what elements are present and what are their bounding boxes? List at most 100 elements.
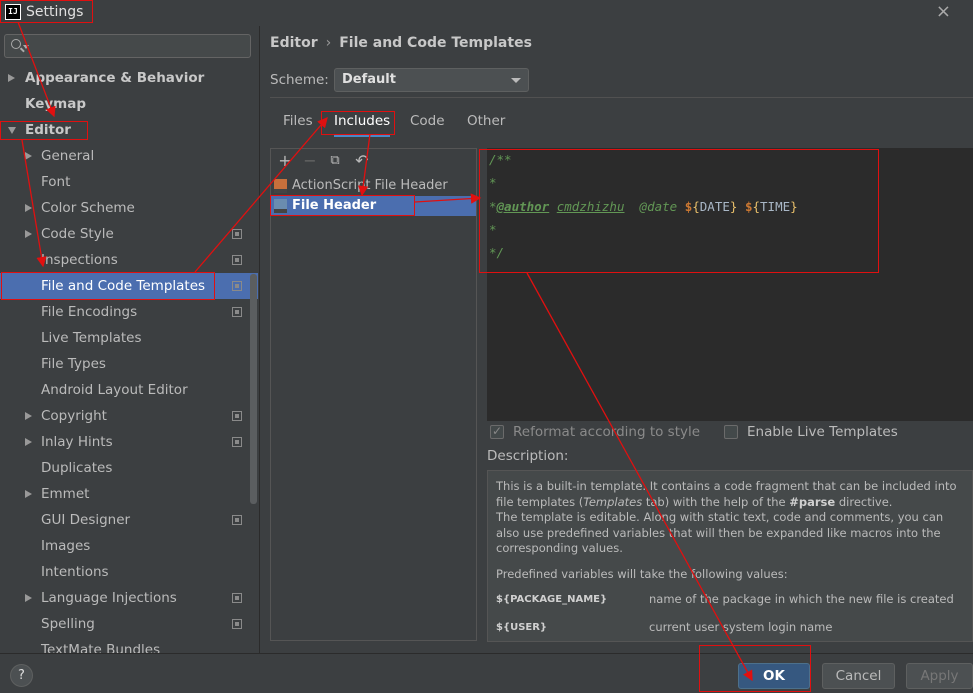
sidebar-item-label: Editor — [25, 122, 71, 138]
chevron-right-icon[interactable] — [25, 204, 32, 212]
chevron-right-icon[interactable] — [25, 490, 32, 498]
sidebar-item-inlay-hints[interactable]: Inlay Hints — [0, 429, 258, 455]
description-bold: #parse — [789, 494, 836, 509]
sidebar-item-file-and-code-templates[interactable]: File and Code Templates — [0, 273, 258, 299]
project-scope-icon — [232, 255, 242, 265]
cancel-button[interactable]: Cancel — [822, 663, 895, 689]
sidebar-scrollbar[interactable] — [250, 274, 257, 504]
tab-other[interactable]: Other — [467, 108, 505, 134]
sidebar-item-label: Inlay Hints — [41, 434, 113, 450]
sidebar-item-textmate-bundles[interactable]: TextMate Bundles — [0, 637, 258, 653]
chevron-right-icon[interactable] — [25, 594, 32, 602]
sidebar-item-color-scheme[interactable]: Color Scheme — [0, 195, 258, 221]
tab-code[interactable]: Code — [410, 108, 445, 134]
sidebar-item-appearance-behavior[interactable]: Appearance & Behavior — [0, 65, 258, 91]
template-code-editor[interactable]: /** * *@author cmdzhizhu @date ${DATE} $… — [487, 148, 973, 421]
title-bar: IJ Settings × — [0, 0, 973, 26]
close-brace: } — [790, 199, 798, 214]
apply-button[interactable]: Apply — [906, 663, 973, 689]
scheme-select[interactable]: Default — [334, 68, 529, 92]
sidebar-item-intentions[interactable]: Intentions — [0, 559, 258, 585]
scheme-value: Default — [342, 72, 396, 87]
copy-icon[interactable]: ⧉ — [326, 152, 344, 170]
search-icon — [11, 39, 21, 49]
sidebar-item-label: Code Style — [41, 226, 114, 242]
tab-files[interactable]: Files — [283, 108, 313, 134]
description-italic: Templates — [583, 494, 643, 509]
template-item-actionscript-file-header[interactable]: ActionScript File Header — [271, 176, 476, 196]
sidebar-item-general[interactable]: General — [0, 143, 258, 169]
code-line: *@author cmdzhizhu @date ${DATE} ${TIME} — [489, 198, 798, 216]
sidebar-item-font[interactable]: Font — [0, 169, 258, 195]
template-item-file-header[interactable]: File Header — [271, 196, 476, 216]
code-line: /** — [489, 152, 512, 167]
description-text: The template is editable. Along with sta… — [496, 510, 944, 555]
intellij-app-icon: IJ — [5, 4, 21, 20]
sidebar-item-editor[interactable]: Editor — [0, 117, 258, 143]
sidebar-item-label: Language Injections — [41, 590, 177, 606]
close-icon[interactable]: × — [936, 1, 951, 22]
sidebar-item-emmet[interactable]: Emmet — [0, 481, 258, 507]
settings-search-input[interactable] — [4, 34, 251, 58]
comment-star: * — [489, 199, 497, 214]
sidebar-item-label: General — [41, 148, 95, 164]
author-tag: @author — [496, 199, 550, 214]
breadcrumb-root: Editor — [270, 35, 318, 51]
variable-desc: current user system login name — [649, 620, 833, 634]
sidebar-item-label: File Types — [41, 356, 106, 372]
sidebar-item-label: Spelling — [41, 616, 95, 632]
dialog-footer: ? OK Cancel Apply — [0, 653, 973, 693]
add-icon[interactable]: + — [276, 152, 294, 170]
window-title: Settings — [26, 4, 84, 20]
chevron-right-icon[interactable] — [25, 438, 32, 446]
sidebar-item-inspections[interactable]: Inspections — [0, 247, 258, 273]
divider — [270, 97, 973, 98]
help-button[interactable]: ? — [10, 664, 33, 687]
ok-button[interactable]: OK — [738, 663, 810, 689]
checkbox-checked-icon — [490, 423, 504, 439]
sidebar-item-android-layout-editor[interactable]: Android Layout Editor — [0, 377, 258, 403]
variable-desc: name of the package in which the new fil… — [649, 592, 954, 606]
sidebar-item-live-templates[interactable]: Live Templates — [0, 325, 258, 351]
sidebar-item-label: TextMate Bundles — [41, 642, 161, 653]
sidebar-item-spelling[interactable]: Spelling — [0, 611, 258, 637]
sidebar-item-language-injections[interactable]: Language Injections — [0, 585, 258, 611]
description-variables-intro: Predefined variables will take the follo… — [496, 566, 788, 581]
sidebar-item-file-types[interactable]: File Types — [0, 351, 258, 377]
reset-icon[interactable]: ↶ — [353, 152, 371, 170]
sidebar-item-copyright[interactable]: Copyright — [0, 403, 258, 429]
sidebar-item-label: Inspections — [41, 252, 118, 268]
sidebar-item-images[interactable]: Images — [0, 533, 258, 559]
chevron-right-icon[interactable] — [25, 230, 32, 238]
variable-time: TIME — [760, 199, 791, 214]
chevron-down-icon[interactable] — [8, 127, 16, 134]
chevron-right-icon[interactable] — [25, 152, 32, 160]
variable-name: ${USER} — [496, 622, 548, 633]
project-scope-icon — [232, 411, 242, 421]
tab-includes[interactable]: Includes — [334, 108, 391, 137]
settings-tree: Appearance & Behavior Keymap Editor General… — [0, 65, 258, 653]
sidebar-item-duplicates[interactable]: Duplicates — [0, 455, 258, 481]
chevron-right-icon[interactable] — [8, 74, 15, 82]
chevron-right-icon[interactable] — [25, 412, 32, 420]
description-text: tab) with the help of the — [642, 494, 790, 509]
sidebar-item-file-encodings[interactable]: File Encodings — [0, 299, 258, 325]
sidebar-item-gui-designer[interactable]: GUI Designer — [0, 507, 258, 533]
sidebar-item-code-style[interactable]: Code Style — [0, 221, 258, 247]
close-brace: } — [729, 199, 738, 214]
reformat-label: Reformat according to style — [513, 424, 701, 440]
project-scope-icon — [232, 281, 242, 291]
sidebar-item-label: Android Layout Editor — [41, 382, 188, 398]
checkbox-icon — [724, 425, 738, 439]
sidebar-item-label: File and Code Templates — [41, 278, 206, 294]
sidebar-item-label: Appearance & Behavior — [25, 70, 205, 86]
variable-row: ${USER} current user system login name — [496, 620, 964, 641]
sidebar-item-keymap[interactable]: Keymap — [0, 91, 258, 117]
settings-sidebar: Appearance & Behavior Keymap Editor General… — [0, 26, 260, 653]
code-line: * — [489, 222, 497, 237]
search-history-chevron-icon[interactable] — [23, 45, 29, 49]
author-value: cmdzhizhu — [556, 199, 625, 214]
remove-icon[interactable]: − — [301, 152, 319, 170]
sidebar-item-label: File Encodings — [41, 304, 138, 320]
project-scope-icon — [232, 515, 242, 525]
